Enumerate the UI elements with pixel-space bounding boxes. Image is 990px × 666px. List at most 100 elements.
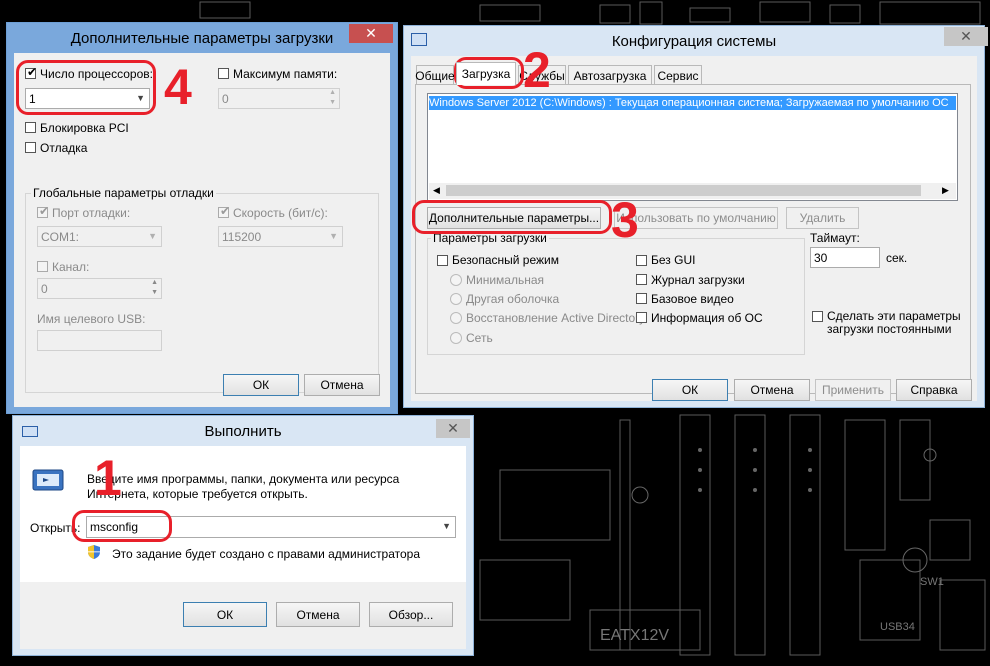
boot-tab-panel: Windows Server 2012 (C:\Windows) : Текущ… (415, 84, 971, 394)
os-info-checkbox[interactable] (636, 312, 647, 323)
global-debug-group-label: Глобальные параметры отладки (31, 186, 216, 200)
channel-label: Канал: (52, 260, 90, 274)
os-list[interactable]: Windows Server 2012 (C:\Windows) : Текущ… (427, 93, 958, 201)
alt-shell-radio[interactable] (450, 293, 462, 305)
sysconfig-titlebar: Конфигурация системы (404, 26, 984, 56)
board-label-sw: SW1 (920, 576, 944, 588)
make-permanent-label: Сделать эти параметры загрузки постоянны… (827, 309, 961, 336)
advanced-ok-button[interactable]: ОК (223, 374, 299, 396)
checkmark-icon: ✔ (39, 204, 50, 218)
run-ok-button[interactable]: ОК (183, 602, 267, 627)
shield-icon (86, 544, 102, 560)
sysconfig-cancel-button[interactable]: Отмена (734, 379, 810, 401)
chevron-down-icon[interactable]: ▼ (442, 521, 451, 531)
alt-shell-label: Другая оболочка (466, 292, 560, 306)
step-1-marker: 1 (94, 450, 122, 506)
run-cancel-button[interactable]: Отмена (276, 602, 360, 627)
usb-target-label: Имя целевого USB: (37, 312, 146, 326)
horizontal-scrollbar[interactable]: ◀ ▶ (429, 183, 956, 199)
sysconfig-app-icon (411, 33, 427, 46)
max-memory-input[interactable]: 0 ▲ ▼ (218, 88, 340, 109)
close-icon[interactable]: ✕ (349, 24, 393, 43)
debug-checkbox[interactable] (25, 142, 36, 153)
max-memory-checkbox[interactable] (218, 68, 229, 79)
base-video-label: Базовое видео (651, 292, 734, 306)
ad-repair-radio[interactable] (450, 312, 462, 324)
debug-label: Отладка (40, 141, 88, 155)
spinner-down-icon[interactable]: ▼ (151, 289, 158, 296)
no-gui-checkbox[interactable] (636, 255, 647, 266)
debug-port-select[interactable]: COM1: ▼ (37, 226, 162, 247)
network-radio[interactable] (450, 332, 462, 344)
baud-rate-select[interactable]: 115200 ▼ (218, 226, 343, 247)
boot-log-label: Журнал загрузки (651, 273, 745, 287)
minimal-radio[interactable] (450, 274, 462, 286)
pci-lock-checkbox[interactable] (25, 122, 36, 133)
run-description: Введите имя программы, папки, документа … (87, 472, 400, 501)
network-label: Сеть (466, 331, 493, 345)
spinner-up-icon[interactable]: ▲ (329, 89, 336, 96)
tab-boot[interactable]: Загрузка (456, 62, 516, 85)
boot-log-checkbox[interactable] (636, 274, 647, 285)
step-2-marker: 2 (523, 42, 551, 98)
highlight-advanced-button (412, 200, 612, 234)
board-label-eatx: EATX12V (600, 627, 669, 644)
step-4-marker: 4 (164, 59, 192, 115)
timeout-unit: сек. (886, 251, 908, 265)
max-memory-label: Максимум памяти: (233, 67, 338, 81)
run-program-icon (32, 468, 64, 494)
timeout-input[interactable]: 30 (810, 247, 880, 268)
highlight-processors (16, 60, 156, 115)
scroll-thumb[interactable] (446, 185, 921, 196)
chevron-down-icon[interactable]: ▼ (329, 231, 338, 241)
os-list-item[interactable]: Windows Server 2012 (C:\Windows) : Текущ… (429, 96, 956, 110)
chevron-down-icon[interactable]: ▼ (148, 231, 157, 241)
baud-rate-value: 115200 (222, 229, 262, 244)
advanced-titlebar: Дополнительные параметры загрузки (7, 23, 397, 53)
advanced-title: Дополнительные параметры загрузки (70, 29, 334, 47)
help-button[interactable]: Справка (896, 379, 972, 401)
checkmark-icon: ✔ (220, 204, 231, 218)
make-permanent-checkbox[interactable] (812, 311, 823, 322)
scroll-right-icon[interactable]: ▶ (942, 185, 949, 196)
os-info-label: Информация об ОС (651, 311, 763, 325)
apply-button[interactable]: Применить (815, 379, 891, 401)
debug-port-value: COM1: (41, 229, 80, 244)
spinner-up-icon[interactable]: ▲ (151, 279, 158, 286)
debug-port-checkbox[interactable]: ✔ (37, 204, 50, 218)
safe-mode-label: Безопасный режим (452, 253, 559, 267)
baud-rate-checkbox[interactable]: ✔ (218, 204, 231, 218)
board-label-usb: USB34 (880, 621, 915, 633)
ad-repair-label: Восстановление Active Directory (466, 311, 646, 325)
admin-note: Это задание будет создано с правами адми… (112, 547, 421, 561)
timeout-label: Таймаут: (810, 231, 860, 245)
debug-port-label: Порт отладки: (52, 206, 131, 220)
pci-lock-label: Блокировка PCI (40, 121, 129, 135)
step-3-marker: 3 (611, 192, 639, 248)
close-icon[interactable]: ✕ (436, 419, 470, 438)
base-video-checkbox[interactable] (636, 293, 647, 304)
channel-value: 0 (41, 281, 48, 296)
highlight-open-input (72, 510, 172, 542)
sysconfig-ok-button[interactable]: ОК (652, 379, 728, 401)
usb-target-input[interactable] (37, 330, 162, 351)
run-title: Выполнить (204, 422, 282, 440)
advanced-cancel-button[interactable]: Отмена (304, 374, 380, 396)
safe-mode-checkbox[interactable] (437, 255, 448, 266)
channel-checkbox[interactable] (37, 261, 48, 272)
baud-rate-label: Скорость (бит/с): (233, 206, 328, 220)
run-app-icon (22, 426, 38, 437)
browse-button[interactable]: Обзор... (369, 602, 453, 627)
tab-tools[interactable]: Сервис (654, 65, 702, 85)
max-memory-value: 0 (222, 91, 229, 106)
tab-startup[interactable]: Автозагрузка (568, 65, 652, 85)
minimal-label: Минимальная (466, 273, 545, 287)
sysconfig-title: Конфигурация системы (611, 32, 777, 50)
scroll-left-icon[interactable]: ◀ (433, 185, 440, 196)
no-gui-label: Без GUI (651, 253, 696, 267)
spinner-down-icon[interactable]: ▼ (329, 99, 336, 106)
channel-input[interactable]: 0 ▲ ▼ (37, 278, 162, 299)
close-icon[interactable]: ✕ (944, 27, 988, 46)
tab-general[interactable]: Общие (415, 65, 455, 85)
delete-button[interactable]: Удалить (786, 207, 859, 229)
